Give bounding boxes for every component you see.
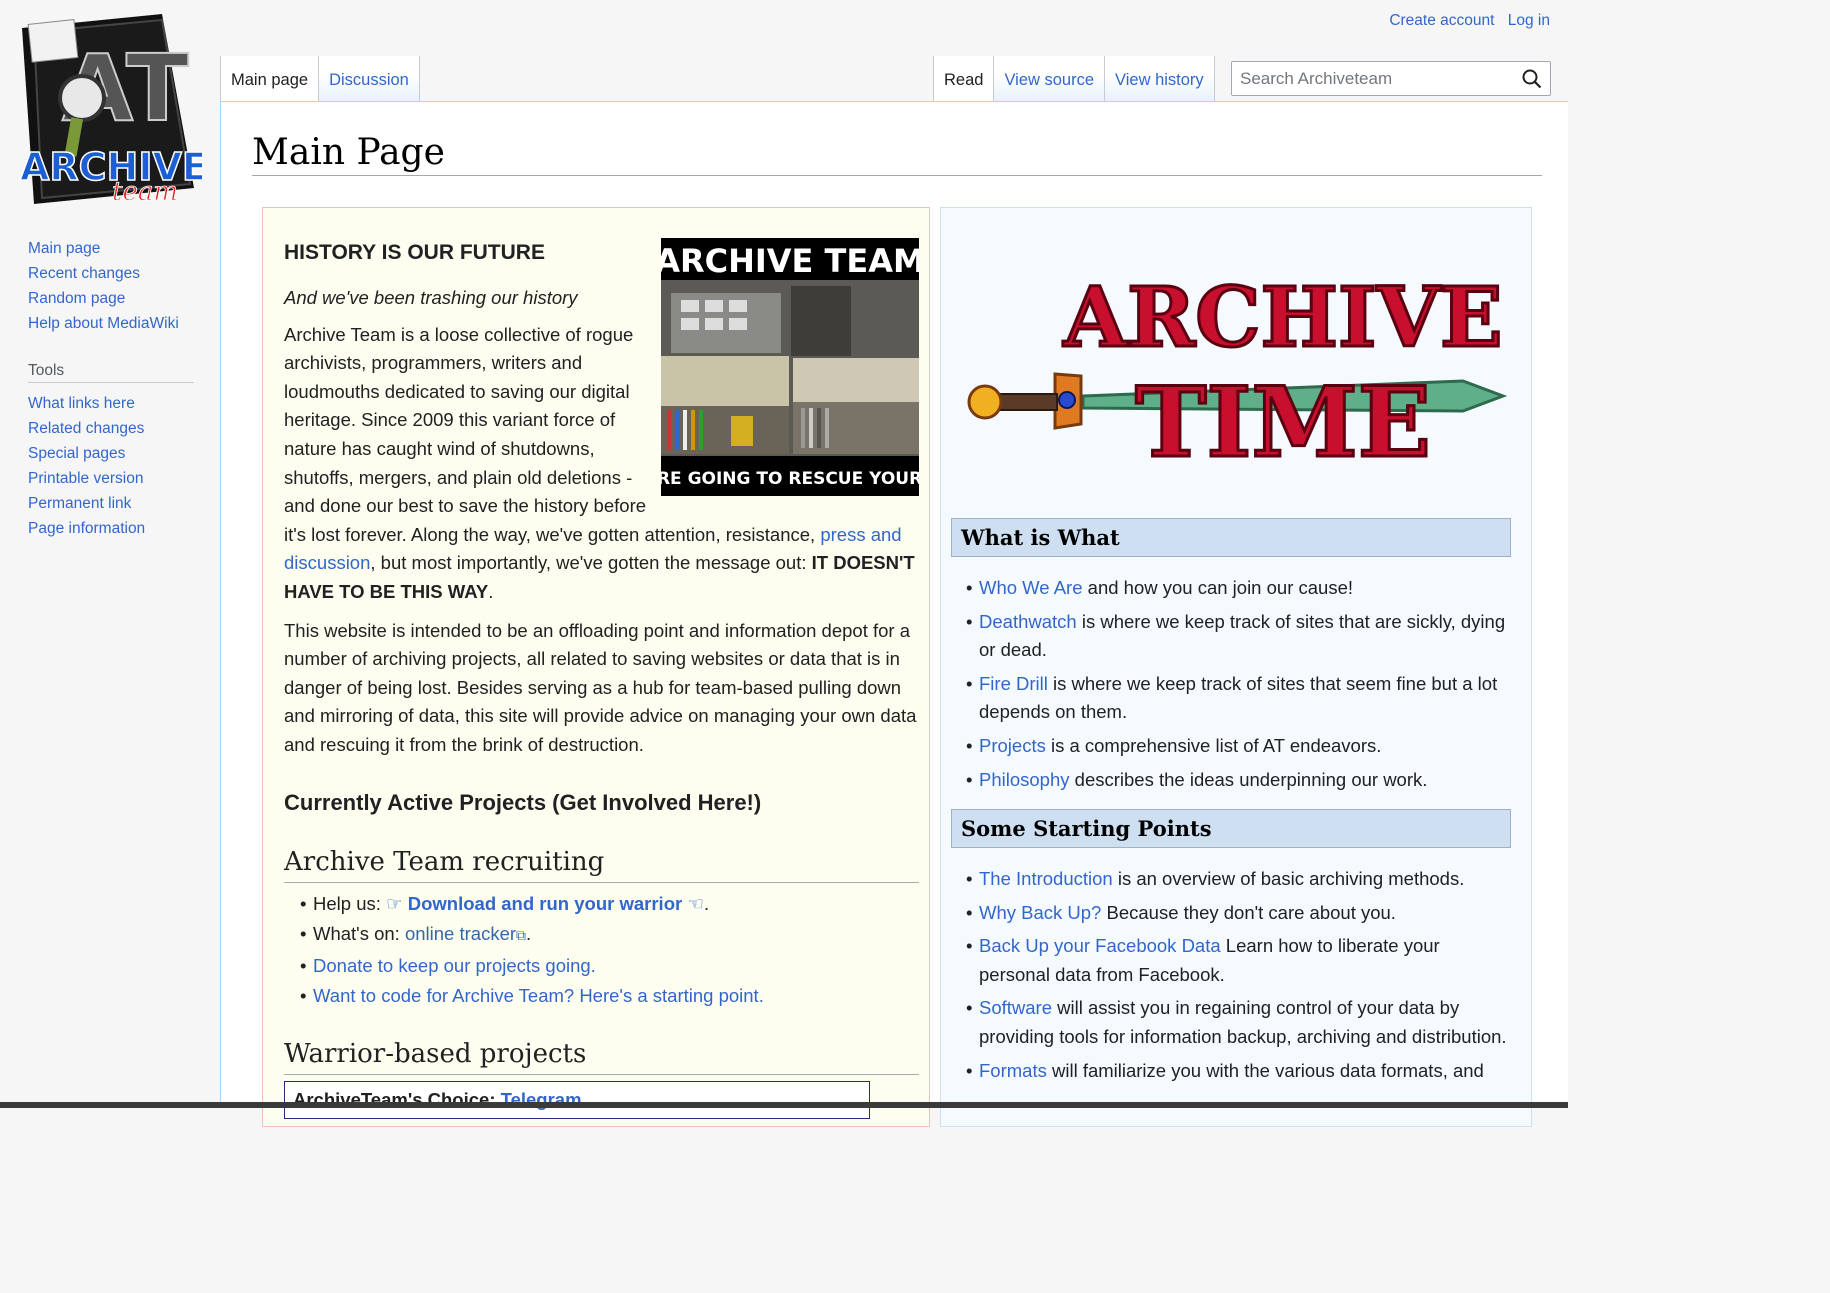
online-tracker-link[interactable]: online tracker [405,923,516,944]
archive-time-logo: ARCHIVE TIME [963,246,1508,481]
sidebar-tools: What links here Related changes Special … [28,391,198,541]
info-box: ARCHIVE TIME What is What Who We Are and… [940,207,1532,1127]
create-account-link[interactable]: Create account [1389,12,1494,29]
tab-discussion[interactable]: Discussion [319,56,420,101]
list-item: Fire Drill is where we keep track of sit… [963,670,1508,727]
who-we-are-link[interactable]: Who We Are [979,577,1083,598]
deathwatch-link[interactable]: Deathwatch [979,611,1077,632]
what-is-what-heading: What is What [951,518,1511,557]
list-item: Donate to keep our projects going. [300,951,919,982]
sidebar-item-help[interactable]: Help about MediaWiki [28,315,179,332]
projects-link[interactable]: Projects [979,735,1046,756]
sidebar-item-random-page[interactable]: Random page [28,290,125,307]
list-item: Deathwatch is where we keep track of sit… [963,608,1508,665]
list-item: Want to code for Archive Team? Here's a … [300,981,919,1012]
list-item: Who We Are and how you can join our caus… [963,574,1508,603]
list-item: Software will assist you in regaining co… [963,994,1508,1051]
log-in-link[interactable]: Log in [1508,12,1550,29]
list-item: Projects is a comprehensive list of AT e… [963,732,1508,761]
tools-heading: Tools [28,359,194,383]
sidebar-item-permanent-link[interactable]: Permanent link [28,495,131,512]
image-bottom-text: WE ARE GOING TO RESCUE YOUR SHIT [661,469,919,489]
what-is-what-list: Who We Are and how you can join our caus… [963,574,1508,799]
search-box [1231,61,1551,96]
recruiting-list: Help us: ☞ Download and run your warrior… [284,889,919,1012]
tab-view-source[interactable]: View source [994,56,1106,101]
site-logo[interactable]: AT ARCHIVE team [12,8,209,208]
view-tabs: Read View source View history [933,56,1215,101]
download-warrior-link[interactable]: Download and run your warrior [408,893,682,914]
main-content: Main Page HISTORY IS OUR FUTURE ARCHIVE … [220,101,1568,1127]
logo-line1: ARCHIVE [1063,270,1503,366]
philosophy-link[interactable]: Philosophy [979,769,1070,790]
list-item: Formats will familiarize you with the va… [963,1057,1508,1086]
logo-line2: TIME [1135,366,1431,476]
active-projects-heading: Currently Active Projects (Get Involved … [284,789,762,815]
list-item: Why Back Up? Because they don't care abo… [963,899,1508,928]
list-item: The Introduction is an overview of basic… [963,865,1508,894]
code-link[interactable]: Want to code for Archive Team? Here's a … [313,985,764,1006]
list-item: Back Up your Facebook Data Learn how to … [963,932,1508,989]
sidebar-item-special-pages[interactable]: Special pages [28,445,125,462]
search-input[interactable] [1232,62,1512,95]
tab-read[interactable]: Read [934,56,995,101]
recruiting-heading: Archive Team recruiting [284,842,919,883]
choice-box: ArchiveTeam's Choice: Telegram [284,1080,870,1119]
warrior-heading: Warrior-based projects [284,1034,919,1075]
introduction-link[interactable]: The Introduction [979,868,1113,889]
list-item: What's on: online tracker⧉. [300,919,919,951]
search-icon[interactable] [1522,69,1542,89]
namespace-tabs: Main page Discussion [220,56,420,101]
image-top-text: ARCHIVE TEAM [661,242,919,280]
archive-team-image[interactable]: ARCHIVE TEAM WE ARE GOING TO RESCUE YOUR… [608,238,973,496]
personal-tools: Create account Log in [1380,12,1550,30]
sidebar: Main page Recent changes Random page Hel… [28,236,198,541]
page-title: Main Page [252,130,1542,176]
tab-main-page[interactable]: Main page [221,56,320,101]
sidebar-item-related-changes[interactable]: Related changes [28,420,144,437]
formats-link[interactable]: Formats [979,1060,1047,1081]
purpose-paragraph: This website is intended to be an offloa… [284,619,917,755]
software-link[interactable]: Software [979,997,1052,1018]
starting-points-list: The Introduction is an overview of basic… [963,865,1508,1090]
tab-view-history[interactable]: View history [1105,56,1215,101]
intro-box: HISTORY IS OUR FUTURE ARCHIVE TEAM RE GO… [262,207,973,1127]
fire-drill-link[interactable]: Fire Drill [979,673,1048,694]
sidebar-item-page-information[interactable]: Page information [28,520,145,537]
sidebar-item-recent-changes[interactable]: Recent changes [28,265,140,282]
starting-points-heading: Some Starting Points [951,809,1511,848]
sidebar-item-what-links-here[interactable]: What links here [28,395,135,412]
logo-subtext: team [112,177,178,207]
why-back-up-link[interactable]: Why Back Up? [979,902,1101,923]
sidebar-item-printable-version[interactable]: Printable version [28,470,143,487]
list-item: Help us: ☞ Download and run your warrior… [300,889,919,920]
pointing-hand-icon: ☞ [386,892,408,914]
facebook-data-link[interactable]: Back Up your Facebook Data [979,935,1221,956]
sidebar-item-main-page[interactable]: Main page [28,240,100,257]
external-link-icon: ⧉ [516,927,527,943]
pointing-hand-icon: ☜ [682,892,704,914]
window-bottom-edge [0,1102,1568,1108]
sidebar-navigation: Main page Recent changes Random page Hel… [28,236,198,336]
donate-link[interactable]: Donate to keep our projects going. [313,955,596,976]
list-item: Philosophy describes the ideas underpinn… [963,766,1508,795]
